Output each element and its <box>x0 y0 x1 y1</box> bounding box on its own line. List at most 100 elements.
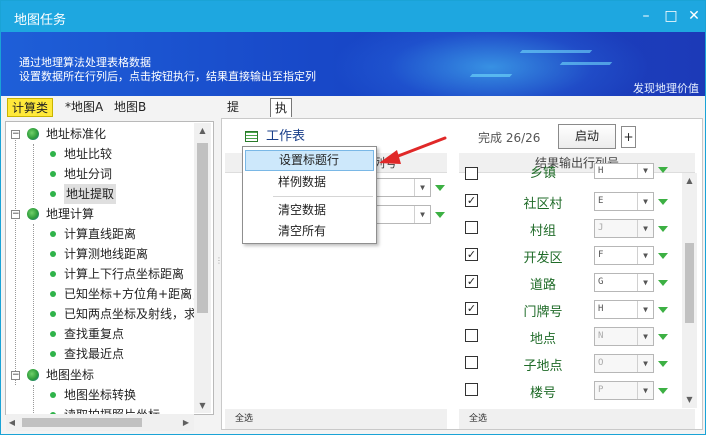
tree-item[interactable]: 计算上下行点坐标距离 <box>6 264 196 284</box>
fill-down-icon[interactable] <box>658 199 668 205</box>
tab-hint[interactable]: 提示 <box>223 98 243 133</box>
output-column-combo[interactable]: N ▼ <box>594 327 654 346</box>
scroll-down-icon[interactable]: ▼ <box>682 395 697 404</box>
fill-down-icon[interactable] <box>658 226 668 232</box>
tab-execute[interactable]: 执行 <box>270 98 293 134</box>
tab-map-b[interactable]: 地图B <box>110 98 150 117</box>
tree-horizontal-scrollbar[interactable]: ◀ ▶ <box>6 414 194 431</box>
tree-item-selected[interactable]: 地址提取 <box>6 184 196 204</box>
row-checkbox[interactable]: ✓ <box>465 275 478 288</box>
tree-group[interactable]: − 地址标准化 <box>6 124 196 144</box>
chevron-down-icon[interactable]: ▼ <box>637 355 653 372</box>
start-button[interactable]: 启动 <box>558 124 616 149</box>
row-name: 地点 <box>529 332 556 347</box>
output-column-combo[interactable]: J ▼ <box>594 219 654 238</box>
scroll-up-icon[interactable]: ▲ <box>682 176 697 185</box>
output-column-combo[interactable]: P ▼ <box>594 381 654 400</box>
fill-down-icon[interactable] <box>658 253 668 259</box>
output-column-combo[interactable]: E ▼ <box>594 192 654 211</box>
tree-item[interactable]: 计算直线距离 <box>6 224 196 244</box>
row-checkbox[interactable] <box>465 221 478 234</box>
tree-item-label: 已知两点坐标及射线，求交 <box>64 307 196 321</box>
tree-item[interactable]: 已知坐标+方位角+距离，求 <box>6 284 196 304</box>
chevron-down-icon[interactable]: ▼ <box>637 193 653 210</box>
row-checkbox[interactable] <box>465 329 478 342</box>
results-vertical-scrollbar[interactable]: ▲ ▼ <box>682 173 697 408</box>
tab-calculation[interactable]: 计算类 <box>7 98 54 117</box>
fill-down-icon[interactable] <box>435 212 445 218</box>
chevron-down-icon[interactable]: ▼ <box>414 206 430 223</box>
row-checkbox[interactable]: ✓ <box>465 194 478 207</box>
output-column-value: G <box>598 277 604 287</box>
menu-item-set-header-row[interactable]: 设置标题行 <box>245 150 374 171</box>
scroll-thumb[interactable] <box>22 418 142 427</box>
tree-item-label: 查找最近点 <box>64 347 125 361</box>
tree-item-label: 地址比较 <box>64 147 113 161</box>
tree-vertical-scrollbar[interactable]: ▲ ▼ <box>194 123 211 413</box>
globe-icon <box>27 128 39 140</box>
row-name: 门牌号 <box>523 305 563 320</box>
scroll-thumb[interactable] <box>197 143 208 313</box>
tree-group[interactable]: − 地理计算 <box>6 204 196 224</box>
fill-down-icon[interactable] <box>658 307 668 313</box>
add-button[interactable]: + <box>621 126 636 148</box>
select-all-right[interactable]: 全选 <box>459 409 695 429</box>
collapse-icon[interactable]: − <box>11 210 20 219</box>
tree-item[interactable]: 计算测地线距离 <box>6 244 196 264</box>
row-checkbox[interactable]: ✓ <box>465 302 478 315</box>
maximize-icon[interactable]: □ <box>662 7 680 25</box>
menu-item-clear-all[interactable]: 清空所有 <box>245 221 374 242</box>
output-column-combo[interactable]: G ▼ <box>594 273 654 292</box>
fill-down-icon[interactable] <box>658 361 668 367</box>
chevron-down-icon[interactable]: ▼ <box>414 179 430 196</box>
close-icon[interactable]: ✕ <box>685 7 703 25</box>
scroll-right-icon[interactable]: ▶ <box>180 418 192 427</box>
tree-item[interactable]: 地图坐标转换 <box>6 385 196 405</box>
scroll-thumb[interactable] <box>685 243 694 323</box>
tab-map-a[interactable]: *地图A <box>61 98 107 117</box>
menu-item-clear-data[interactable]: 清空数据 <box>245 200 374 221</box>
fill-down-icon[interactable] <box>658 334 668 340</box>
minimize-icon[interactable]: – <box>637 7 655 25</box>
tree-item[interactable]: 地址分词 <box>6 164 196 184</box>
bullet-icon <box>50 271 56 277</box>
output-column-combo[interactable]: F ▼ <box>594 246 654 265</box>
row-name: 开发区 <box>523 251 563 266</box>
chevron-down-icon[interactable]: ▼ <box>637 382 653 399</box>
output-column-combo[interactable]: H ▼ <box>594 163 654 179</box>
tree-item[interactable]: 查找最近点 <box>6 344 196 364</box>
output-column-value: N <box>598 331 604 341</box>
fill-down-icon[interactable] <box>658 388 668 394</box>
row-checkbox[interactable] <box>465 383 478 396</box>
menu-item-sample-data[interactable]: 样例数据 <box>245 172 374 193</box>
tree-group-label: 地址标准化 <box>46 127 107 141</box>
tree-item[interactable]: 查找重复点 <box>6 324 196 344</box>
row-checkbox[interactable] <box>465 167 478 180</box>
fill-down-icon[interactable] <box>435 185 445 191</box>
bullet-icon <box>50 351 56 357</box>
chevron-down-icon[interactable]: ▼ <box>637 247 653 264</box>
select-all-left[interactable]: 全选 <box>225 409 447 429</box>
tree-group[interactable]: − 地图坐标 <box>6 365 196 385</box>
fill-down-icon[interactable] <box>658 280 668 286</box>
row-checkbox[interactable]: ✓ <box>465 248 478 261</box>
output-column-combo[interactable]: O ▼ <box>594 354 654 373</box>
chevron-down-icon[interactable]: ▼ <box>637 274 653 291</box>
chevron-down-icon[interactable]: ▼ <box>637 328 653 345</box>
chevron-down-icon[interactable]: ▼ <box>637 220 653 237</box>
chevron-down-icon[interactable]: ▼ <box>637 301 653 318</box>
collapse-icon[interactable]: − <box>11 371 20 380</box>
scroll-up-icon[interactable]: ▲ <box>194 126 211 135</box>
fill-down-icon[interactable] <box>658 167 668 173</box>
tree-item[interactable]: 已知两点坐标及射线，求交 <box>6 304 196 324</box>
output-column-value: P <box>598 385 604 395</box>
tree-item[interactable]: 地址比较 <box>6 144 196 164</box>
tree-item-label: 查找重复点 <box>64 327 125 341</box>
row-name: 社区村 <box>523 197 563 212</box>
collapse-icon[interactable]: − <box>11 130 20 139</box>
chevron-down-icon[interactable]: ▼ <box>637 164 653 178</box>
scroll-left-icon[interactable]: ◀ <box>6 418 18 427</box>
output-column-combo[interactable]: H ▼ <box>594 300 654 319</box>
scroll-down-icon[interactable]: ▼ <box>194 401 211 410</box>
row-checkbox[interactable] <box>465 356 478 369</box>
